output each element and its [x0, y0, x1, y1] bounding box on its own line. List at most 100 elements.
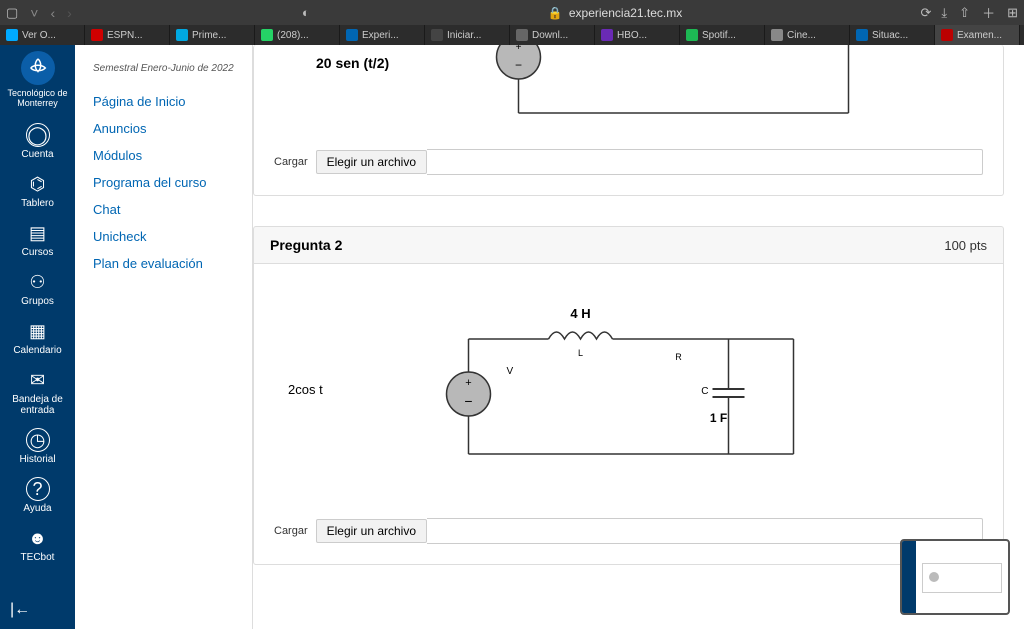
course-nav-link[interactable]: Página de Inicio	[93, 88, 234, 115]
shield-icon[interactable]: ◐	[302, 5, 310, 20]
browser-toolbar: ▢ ˅ ‹ › ◐ 🔒 experiencia21.tec.mx ⟳ ⤓ ⇧ ＋…	[0, 0, 1024, 25]
dropdown-icon[interactable]: ˅	[30, 5, 38, 21]
tab-label: Situac...	[872, 30, 908, 41]
course-nav-link[interactable]: Plan de evaluación	[93, 250, 234, 277]
dash-icon: ⌬	[26, 172, 50, 196]
global-nav-item[interactable]: ☻TECbot	[0, 520, 75, 569]
clock-icon: ◷	[26, 428, 50, 452]
browser-tab[interactable]: Cine...	[765, 25, 850, 45]
collapse-nav-icon[interactable]: |←	[10, 601, 30, 619]
help-icon: ?	[26, 477, 50, 501]
browser-tab[interactable]: Experi...	[340, 25, 425, 45]
global-nav-item[interactable]: ? Ayuda	[0, 471, 75, 520]
global-nav-item[interactable]: ◯Cuenta	[0, 117, 75, 166]
svg-text:−: −	[464, 393, 472, 409]
svg-text:C: C	[701, 386, 708, 397]
course-nav-link[interactable]: Programa del curso	[93, 169, 234, 196]
tab-strip: Ver O... ESPN... Prime...(208)... Experi...…	[0, 25, 1024, 45]
share-icon[interactable]: ⇧	[959, 5, 970, 21]
global-nav-item[interactable]: ✉Bandeja de entrada	[0, 362, 75, 422]
favicon	[431, 29, 443, 41]
global-nav-item[interactable]: ⌬ Tablero	[0, 166, 75, 215]
browser-tab[interactable]: ESPN...	[85, 25, 170, 45]
institution-name: Tecnológico de Monterrey	[0, 89, 75, 115]
question-1-card: 20 sen (t/2) + − Cargar Elegir un archiv…	[253, 45, 1004, 196]
q1-upload-row: Cargar Elegir un archivo	[274, 149, 983, 175]
tab-label: Cine...	[787, 30, 816, 41]
tab-label: Downl...	[532, 30, 568, 41]
course-nav-link[interactable]: Módulos	[93, 142, 234, 169]
browser-tab[interactable]: Prime...	[170, 25, 255, 45]
browser-tab[interactable]: Ver O...	[0, 25, 85, 45]
institution-logo[interactable]	[21, 51, 55, 85]
favicon	[686, 29, 698, 41]
global-nav-label: Cuenta	[21, 149, 53, 160]
tab-label: Spotif...	[702, 30, 736, 41]
favicon	[261, 29, 273, 41]
favicon	[771, 29, 783, 41]
question-title: Pregunta 2	[270, 237, 342, 253]
browser-tab[interactable]: how t...	[1020, 25, 1024, 45]
page-thumbnail[interactable]	[900, 539, 1010, 615]
global-nav-label: Bandeja de entrada	[0, 394, 75, 416]
book-icon: ▤	[26, 221, 50, 245]
upload-label: Cargar	[274, 156, 308, 168]
choose-file-button[interactable]: Elegir un archivo	[316, 519, 427, 543]
browser-tab[interactable]: HBO...	[595, 25, 680, 45]
browser-tab[interactable]: (208)...	[255, 25, 340, 45]
address-bar[interactable]: experiencia21.tec.mx	[569, 6, 682, 20]
forward-icon: ›	[67, 5, 72, 21]
favicon	[941, 29, 953, 41]
svg-text:−: −	[515, 58, 522, 72]
browser-tab[interactable]: Iniciar...	[425, 25, 510, 45]
course-term: Semestral Enero-Junio de 2022	[93, 63, 234, 74]
tab-label: Ver O...	[22, 30, 56, 41]
downloads-icon[interactable]: ⤓	[941, 5, 947, 21]
favicon	[346, 29, 358, 41]
question-2-card: ⚑ Pregunta 2 100 pts 2cos t	[253, 226, 1004, 565]
question-points: 100 pts	[944, 238, 987, 253]
favicon	[516, 29, 528, 41]
browser-tab[interactable]: Downl...	[510, 25, 595, 45]
svg-text:R: R	[675, 352, 682, 362]
global-nav-item[interactable]: ◷Historial	[0, 422, 75, 471]
browser-tab[interactable]: Spotif...	[680, 25, 765, 45]
global-nav-item[interactable]: ▦ Calendario	[0, 313, 75, 362]
sidebar-toggle-icon[interactable]: ▢	[6, 5, 18, 21]
global-nav-item[interactable]: ⚇Grupos	[0, 264, 75, 313]
bot-icon: ☻	[26, 526, 50, 550]
svg-text:+: +	[465, 377, 471, 389]
global-nav-label: Ayuda	[23, 503, 51, 514]
global-nav-label: Grupos	[21, 296, 54, 307]
course-nav-link[interactable]: Unicheck	[93, 223, 234, 250]
tab-label: Experi...	[362, 30, 399, 41]
choose-file-button[interactable]: Elegir un archivo	[316, 150, 427, 174]
q2-upload-row: Cargar Elegir un archivo	[274, 518, 983, 544]
course-nav-link[interactable]: Chat	[93, 196, 234, 223]
new-tab-icon[interactable]: ＋	[982, 3, 995, 22]
tabs-grid-icon[interactable]: ⊞	[1007, 5, 1018, 21]
global-nav-item[interactable]: ▤Cursos	[0, 215, 75, 264]
tab-label: HBO...	[617, 30, 647, 41]
svg-text:V: V	[507, 366, 514, 377]
course-nav-link[interactable]: Anuncios	[93, 115, 234, 142]
circuit-1-figure: 20 sen (t/2) + −	[294, 45, 963, 125]
browser-tab[interactable]: Situac...	[850, 25, 935, 45]
global-nav-label: Tablero	[21, 198, 54, 209]
reload-icon[interactable]: ⟳	[921, 5, 932, 21]
tab-label: ESPN...	[107, 30, 143, 41]
global-nav: Tecnológico de Monterrey ◯Cuenta ⌬ Tablero…	[0, 45, 75, 629]
tab-label: Examen...	[957, 30, 1002, 41]
favicon	[91, 29, 103, 41]
file-field[interactable]	[427, 149, 983, 175]
svg-text:+: +	[516, 45, 522, 53]
favicon	[6, 29, 18, 41]
global-nav-label: Calendario	[13, 345, 61, 356]
favicon	[176, 29, 188, 41]
svg-text:L: L	[578, 348, 583, 358]
q2-source-label: 2cos t	[288, 382, 323, 397]
svg-text:4 H: 4 H	[570, 306, 590, 321]
cal-icon: ▦	[26, 319, 50, 343]
back-icon[interactable]: ‹	[50, 5, 55, 21]
browser-tab[interactable]: Examen...	[935, 25, 1020, 45]
